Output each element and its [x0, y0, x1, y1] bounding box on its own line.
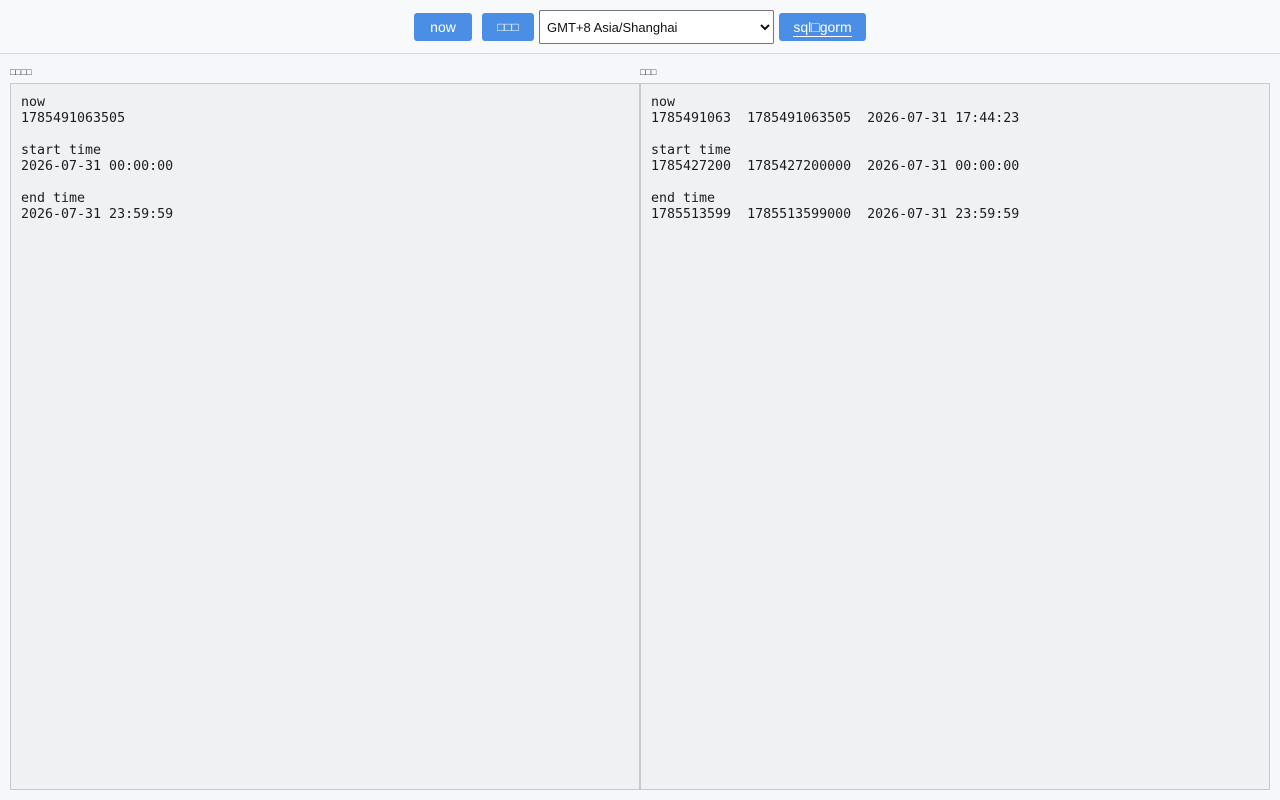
toolbar: now □□□ GMT+8 Asia/Shanghai sql□gorm — [0, 0, 1280, 54]
sql-gorm-button-label: sql□gorm — [793, 19, 852, 37]
sql-gorm-button[interactable]: sql□gorm — [779, 13, 866, 41]
now-button[interactable]: now — [414, 13, 472, 41]
input-textarea[interactable]: now 1785491063505 start time 2026-07-31 … — [10, 83, 640, 790]
output-text: now 1785491063 1785491063505 2026-07-31 … — [640, 83, 1270, 790]
second-action-button[interactable]: □□□ — [482, 13, 534, 41]
input-pane-label: □□□□ — [10, 67, 32, 77]
timezone-select[interactable]: GMT+8 Asia/Shanghai — [539, 10, 774, 44]
output-pane-label: □□□ — [640, 67, 657, 77]
